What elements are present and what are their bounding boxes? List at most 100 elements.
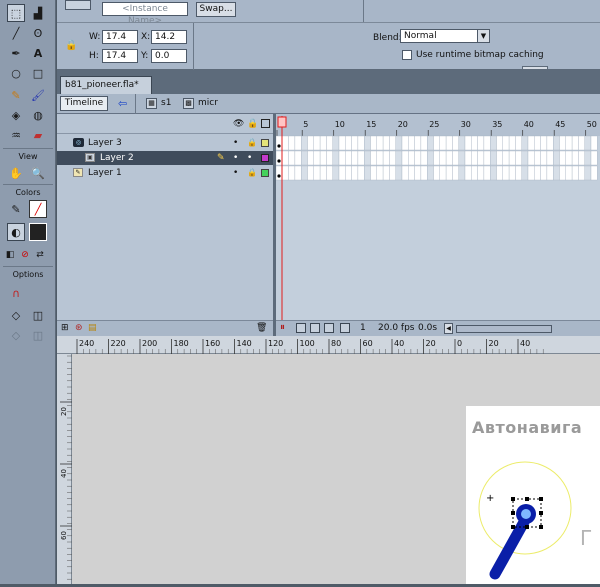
frame-cell[interactable] [464,135,472,151]
frame-cell[interactable] [414,135,422,151]
keyframe-dot[interactable] [277,174,281,178]
frame-cell[interactable] [559,135,567,151]
pencil-tool-icon[interactable]: ✎ [7,86,25,104]
fill-color-icon[interactable]: ◐ [7,223,25,241]
frame-cell[interactable] [458,165,466,181]
frame-cell[interactable] [477,135,485,151]
frame-cell[interactable] [357,135,365,151]
frame-cell[interactable] [357,165,365,181]
frame-cell[interactable] [313,135,321,151]
frame-cell[interactable] [508,165,516,181]
frame-cell[interactable] [553,150,560,166]
frame-cell[interactable] [458,135,466,151]
stage-canvas[interactable]: Автонавига Г + [466,406,600,584]
frame-cell[interactable] [326,150,333,166]
add-guide-icon[interactable]: ⊛ [75,323,83,333]
frame-cell[interactable] [546,135,554,151]
frame-cell[interactable] [452,165,459,181]
height-field[interactable]: 17.4 [102,49,138,63]
document-tab[interactable]: b81_pioneer.fla* [60,76,152,94]
frame-cell[interactable] [534,165,541,181]
frame-cell[interactable] [401,150,409,166]
frame-cell[interactable] [420,165,428,181]
frame-cell[interactable] [445,165,453,181]
black-white-icon[interactable]: ◧ [3,246,17,264]
frame-cell[interactable] [565,135,573,151]
frame-cell[interactable] [426,165,434,181]
frame-cell[interactable] [527,165,535,181]
frame-cell[interactable] [445,150,453,166]
keyframe-dot[interactable] [277,159,281,163]
frame-cell[interactable] [502,150,510,166]
frame-cell[interactable] [288,135,296,151]
frame-cell[interactable] [546,150,554,166]
frame-cell[interactable] [282,150,289,166]
frame-cell[interactable] [389,135,396,151]
frame-cell[interactable] [338,165,346,181]
frame-cell[interactable] [363,150,371,166]
frame-cell[interactable] [439,150,447,166]
swap-colors-icon[interactable]: ⇄ [33,246,47,264]
lock-icon[interactable]: 🔒 [65,40,77,51]
frame-cell[interactable] [559,150,567,166]
layer-row-1[interactable]: ✎ Layer 1 • 🔒 [57,166,273,180]
outline-swatch[interactable] [261,154,269,162]
frame-cell[interactable] [332,150,340,166]
frame-cell[interactable] [332,165,340,181]
frame-cell[interactable] [471,150,478,166]
line-tool-icon[interactable]: ╱ [7,24,25,42]
frame-cell[interactable] [471,165,478,181]
zoom-tool-icon[interactable]: 🔍 [29,164,47,182]
frame-cell[interactable] [345,150,352,166]
frame-cell[interactable] [433,165,441,181]
frame-cell[interactable] [439,165,447,181]
frame-cell[interactable] [319,135,327,151]
frame-cell[interactable] [408,150,415,166]
frame-cell[interactable] [357,150,365,166]
frame-cell[interactable] [294,135,302,151]
frame-cell[interactable] [301,165,308,181]
frame-cell[interactable] [477,165,485,181]
frame-cell[interactable] [332,135,340,151]
frame-cell[interactable] [496,165,504,181]
outline-swatch[interactable] [261,139,269,147]
breadcrumb-scene[interactable]: s1 [161,98,171,108]
frame-cell[interactable] [389,150,396,166]
frame-cell[interactable] [395,150,403,166]
layer-row-3[interactable]: ◎ Layer 3 • 🔒 [57,136,273,150]
onion-skin-icon[interactable] [296,323,306,333]
frame-cell[interactable] [376,165,384,181]
frame-cell[interactable] [276,165,283,181]
ink-bottle-tool-icon[interactable]: ♒ [7,126,25,144]
frame-cell[interactable] [477,150,485,166]
layer-row-2[interactable]: ▣ Layer 2 ✎ • • [57,151,273,165]
frame-cell[interactable] [590,135,598,151]
frame-cell[interactable] [370,150,378,166]
frame-cell[interactable] [288,165,296,181]
frame-cell[interactable] [508,135,516,151]
frame-cell[interactable] [414,165,422,181]
frame-cell[interactable] [439,135,447,151]
delete-layer-icon[interactable]: 🗑 [256,323,267,333]
timeline-scrollbar[interactable] [456,325,552,333]
frame-cell[interactable] [546,165,554,181]
frame-cell[interactable] [307,165,315,181]
no-color-icon[interactable]: ⊘ [18,246,32,264]
chevron-down-icon[interactable]: ▼ [477,30,489,42]
frame-cell[interactable] [452,150,459,166]
frame-cell[interactable] [301,150,308,166]
frame-cell[interactable] [559,165,567,181]
blend-select[interactable]: Normal ▼ [400,29,490,43]
outline-swatch[interactable] [261,169,269,177]
frame-cell[interactable] [426,135,434,151]
add-folder-icon[interactable]: ▤ [88,323,97,333]
subselection-tool-icon[interactable]: ▟ [29,4,47,22]
frame-cell[interactable] [527,150,535,166]
frame-cell[interactable] [502,135,510,151]
frame-cell[interactable] [527,135,535,151]
frame-cell[interactable] [433,135,441,151]
frame-cell[interactable] [326,135,333,151]
frame-cell[interactable] [584,150,592,166]
frame-cell[interactable] [395,165,403,181]
scale-icon[interactable]: ◫ [29,326,47,344]
